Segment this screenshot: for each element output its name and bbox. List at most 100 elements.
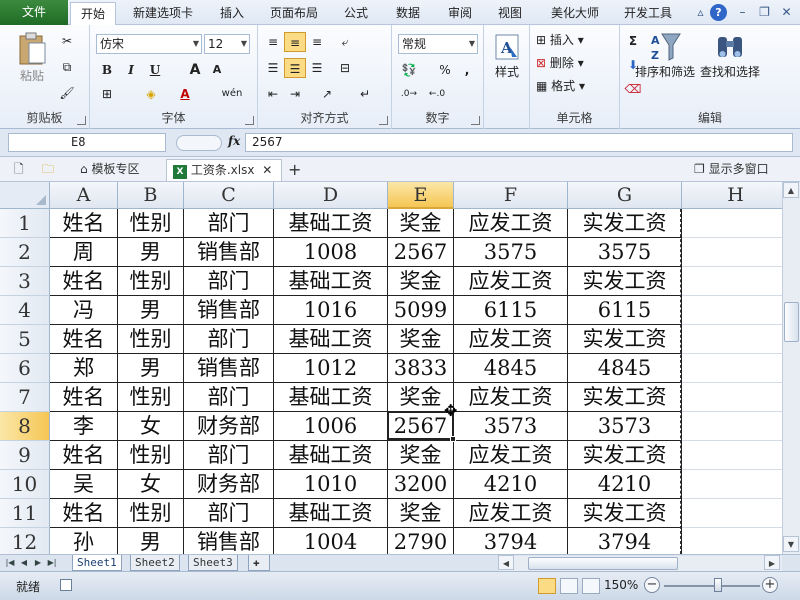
row-header-5[interactable]: 5 xyxy=(0,325,50,354)
grow-font-button[interactable]: A xyxy=(184,60,206,80)
macro-record-icon[interactable] xyxy=(60,579,72,591)
cell-b12[interactable]: 男 xyxy=(118,528,184,554)
cell-h10[interactable] xyxy=(682,470,782,499)
cell-d11[interactable]: 基础工资 xyxy=(274,499,388,528)
cell-h12[interactable] xyxy=(682,528,782,554)
cell-a2[interactable]: 周 xyxy=(50,238,118,267)
cell-h8[interactable] xyxy=(682,412,782,441)
cell-f11[interactable]: 应发工资 xyxy=(454,499,568,528)
cell-d12[interactable]: 1004 xyxy=(274,528,388,554)
merge-center-icon[interactable]: ⊟ xyxy=(334,58,356,78)
cell-b3[interactable]: 性别 xyxy=(118,267,184,296)
cell-c1[interactable]: 部门 xyxy=(184,209,274,238)
cell-a5[interactable]: 姓名 xyxy=(50,325,118,354)
cell-d7[interactable]: 基础工资 xyxy=(274,383,388,412)
cell-g1[interactable]: 实发工资 xyxy=(568,209,682,238)
open-folder-icon[interactable]: 🗀 xyxy=(42,159,62,181)
align-top-icon[interactable]: ≡ xyxy=(262,32,284,52)
cell-h1[interactable] xyxy=(682,209,782,238)
orientation-icon[interactable]: ↗ xyxy=(316,84,338,104)
fill-handle[interactable] xyxy=(450,436,456,442)
increase-decimal-icon[interactable]: .0→ xyxy=(398,84,420,104)
cell-c10[interactable]: 财务部 xyxy=(184,470,274,499)
cell-d9[interactable]: 基础工资 xyxy=(274,441,388,470)
tab-page-layout[interactable]: 页面布局 xyxy=(262,2,326,25)
insert-function-button[interactable]: fx xyxy=(228,134,240,148)
formula-bar-divider-handle[interactable] xyxy=(176,135,222,151)
scroll-left-icon[interactable]: ◀ xyxy=(498,555,514,570)
horizontal-scroll-thumb[interactable] xyxy=(528,557,678,570)
cell-a3[interactable]: 姓名 xyxy=(50,267,118,296)
insert-cells-button[interactable]: ⊞ 插入 ▾ xyxy=(536,31,584,48)
help-icon[interactable]: ? xyxy=(710,4,727,21)
row-header-9[interactable]: 9 xyxy=(0,441,50,470)
cell-f2[interactable]: 3575 xyxy=(454,238,568,267)
tab-home[interactable]: 开始 xyxy=(70,2,116,25)
italic-button[interactable]: I xyxy=(120,60,142,80)
vertical-scroll-thumb[interactable] xyxy=(784,302,799,342)
decrease-decimal-icon[interactable]: ←.0 xyxy=(426,84,448,104)
alignment-launcher-icon[interactable] xyxy=(379,116,388,125)
paste-button[interactable]: 粘贴 xyxy=(12,31,52,84)
column-header-c[interactable]: C xyxy=(184,182,274,209)
row-header-11[interactable]: 11 xyxy=(0,499,50,528)
format-painter-icon[interactable]: 🖌 xyxy=(56,83,78,103)
tab-new[interactable]: 新建选项卡 xyxy=(124,2,202,25)
decrease-indent-icon[interactable]: ⇤ xyxy=(262,84,284,104)
cell-d3[interactable]: 基础工资 xyxy=(274,267,388,296)
tab-view[interactable]: 视图 xyxy=(490,2,530,25)
cell-c8[interactable]: 财务部 xyxy=(184,412,274,441)
column-header-d[interactable]: D xyxy=(274,182,388,209)
cell-h11[interactable] xyxy=(682,499,782,528)
cell-g6[interactable]: 4845 xyxy=(568,354,682,383)
underline-button[interactable]: U xyxy=(144,60,166,80)
cell-f8[interactable]: 3573 xyxy=(454,412,568,441)
row-header-6[interactable]: 6 xyxy=(0,354,50,383)
cell-c4[interactable]: 销售部 xyxy=(184,296,274,325)
shrink-font-button[interactable]: A xyxy=(206,60,228,80)
cell-c12[interactable]: 销售部 xyxy=(184,528,274,554)
cell-c3[interactable]: 部门 xyxy=(184,267,274,296)
column-header-f[interactable]: F xyxy=(454,182,568,209)
vertical-scrollbar[interactable]: ▲ ▼ xyxy=(782,182,800,554)
tab-formulas[interactable]: 公式 xyxy=(336,2,376,25)
cell-b8[interactable]: 女 xyxy=(118,412,184,441)
cell-c5[interactable]: 部门 xyxy=(184,325,274,354)
cell-g2[interactable]: 3575 xyxy=(568,238,682,267)
row-header-7[interactable]: 7 xyxy=(0,383,50,412)
cell-a4[interactable]: 冯 xyxy=(50,296,118,325)
worksheet-grid[interactable]: ABCDEFGH 1 2 3 4 5 6 7 8 9 10 11 12 姓名 性别 部门 基础工资 奖金 应发工… xyxy=(0,182,782,554)
cell-f10[interactable]: 4210 xyxy=(454,470,568,499)
cell-f3[interactable]: 应发工资 xyxy=(454,267,568,296)
row-header-4[interactable]: 4 xyxy=(0,296,50,325)
cell-e6[interactable]: 3833 xyxy=(388,354,454,383)
cell-a6[interactable]: 郑 xyxy=(50,354,118,383)
formula-input[interactable]: 2567 xyxy=(245,133,793,152)
cell-d8[interactable]: 1006 xyxy=(274,412,388,441)
cell-f1[interactable]: 应发工资 xyxy=(454,209,568,238)
next-sheet-icon[interactable]: ▶ xyxy=(32,557,44,569)
cell-b11[interactable]: 性别 xyxy=(118,499,184,528)
cell-a10[interactable]: 吴 xyxy=(50,470,118,499)
column-header-g[interactable]: G xyxy=(568,182,682,209)
font-size-select[interactable]: 12 ▼ xyxy=(204,34,250,54)
tab-insert[interactable]: 插入 xyxy=(212,2,252,25)
show-multi-window-button[interactable]: ❐ 显示多窗口 xyxy=(694,159,794,181)
cell-a1[interactable]: 姓名 xyxy=(50,209,118,238)
cell-g8[interactable]: 3573 xyxy=(568,412,682,441)
add-tab-button[interactable]: + xyxy=(288,159,304,181)
cell-h7[interactable] xyxy=(682,383,782,412)
currency-icon[interactable]: 💱 xyxy=(398,60,420,80)
fill-color-icon[interactable]: ◈ xyxy=(140,84,162,104)
zoom-in-button[interactable]: + xyxy=(762,577,778,593)
tab-review[interactable]: 审阅 xyxy=(440,2,480,25)
zoom-out-button[interactable]: − xyxy=(644,577,660,593)
new-document-icon[interactable]: 🗋 xyxy=(14,159,34,181)
bold-button[interactable]: B xyxy=(96,60,118,80)
column-header-a[interactable]: A xyxy=(50,182,118,209)
zoom-slider-thumb[interactable] xyxy=(714,578,722,592)
cell-h9[interactable] xyxy=(682,441,782,470)
align-center-icon[interactable]: ☰ xyxy=(284,58,306,78)
cell-g4[interactable]: 6115 xyxy=(568,296,682,325)
close-icon[interactable]: ✕ xyxy=(778,4,795,21)
